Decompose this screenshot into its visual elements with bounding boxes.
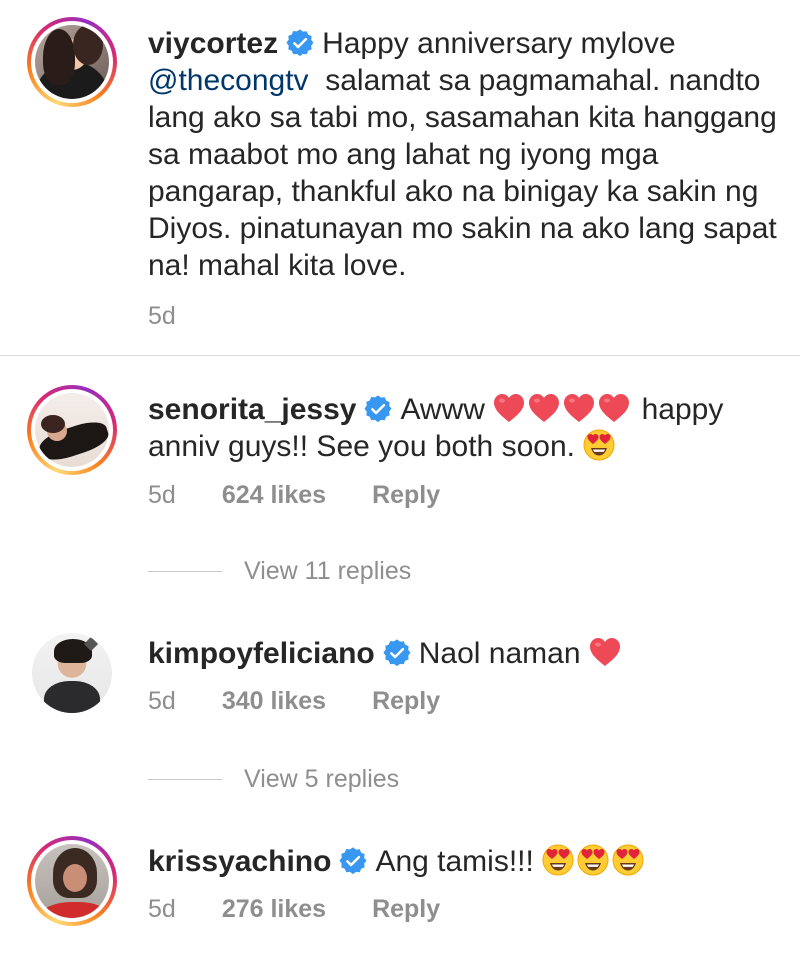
view-replies-label[interactable]: View 11 replies (244, 557, 411, 586)
comment-meta: 5d 340 likes Reply (148, 687, 486, 716)
comment-meta: 5d (148, 302, 222, 331)
red-heart-emoji (563, 392, 595, 424)
username[interactable]: kimpoyfeliciano (148, 637, 375, 670)
likes-count[interactable]: 340 likes (222, 687, 326, 716)
avatar[interactable] (35, 844, 109, 918)
comment-meta: 5d 624 likes Reply (148, 481, 486, 510)
comment-meta: 5d 276 likes Reply (148, 895, 486, 924)
comment-body: viycortez Happy anniversary mylove @theco… (148, 25, 788, 284)
timestamp: 5d (148, 895, 176, 923)
likes-count[interactable]: 276 likes (222, 895, 326, 924)
likes-count[interactable]: 624 likes (222, 481, 326, 510)
avatar-story-ring[interactable] (27, 17, 117, 107)
reply-button[interactable]: Reply (372, 481, 440, 510)
username[interactable]: senorita_jessy (148, 393, 356, 426)
red-heart-emoji (528, 392, 560, 424)
red-heart-emoji (589, 636, 621, 668)
comment-body: kimpoyfeliciano Naol naman (148, 635, 788, 672)
comment-text: Ang tamis!!! (375, 845, 534, 878)
comment-text: Awww (400, 393, 485, 426)
verified-icon (383, 639, 411, 667)
heart-eyes-emoji (583, 429, 615, 461)
timestamp: 5d (148, 302, 176, 330)
red-heart-emoji (493, 392, 525, 424)
avatar-story-ring[interactable] (27, 385, 117, 475)
comment-body: senorita_jessy Awww happy anniv guys!! Se… (148, 391, 788, 465)
view-replies-label[interactable]: View 5 replies (244, 765, 399, 794)
username[interactable]: viycortez (148, 27, 278, 60)
view-replies-button[interactable]: View 5 replies (148, 765, 399, 794)
heart-eyes-emoji (577, 844, 609, 876)
heart-eyes-emoji (612, 844, 644, 876)
reply-button[interactable]: Reply (372, 895, 440, 924)
verified-icon (286, 29, 314, 57)
avatar[interactable] (32, 633, 112, 713)
avatar-story-ring[interactable] (27, 836, 117, 926)
timestamp: 5d (148, 687, 176, 715)
timestamp: 5d (148, 481, 176, 509)
reply-button[interactable]: Reply (372, 687, 440, 716)
verified-icon (364, 395, 392, 423)
avatar[interactable] (35, 25, 109, 99)
comment-text: Happy anniversary mylove (322, 27, 676, 60)
comment-body: krissyachino Ang tamis!!! (148, 843, 788, 880)
replies-line (148, 571, 222, 572)
divider (0, 355, 800, 356)
view-replies-button[interactable]: View 11 replies (148, 557, 411, 586)
red-heart-emoji (598, 392, 630, 424)
avatar-wrapper[interactable] (27, 628, 117, 718)
heart-eyes-emoji (542, 844, 574, 876)
comment-text: Naol naman (418, 637, 581, 670)
avatar[interactable] (35, 393, 109, 467)
mention-link[interactable]: @thecongtv (148, 64, 309, 97)
verified-icon (339, 847, 367, 875)
username[interactable]: krissyachino (148, 845, 331, 878)
replies-line (148, 779, 222, 780)
